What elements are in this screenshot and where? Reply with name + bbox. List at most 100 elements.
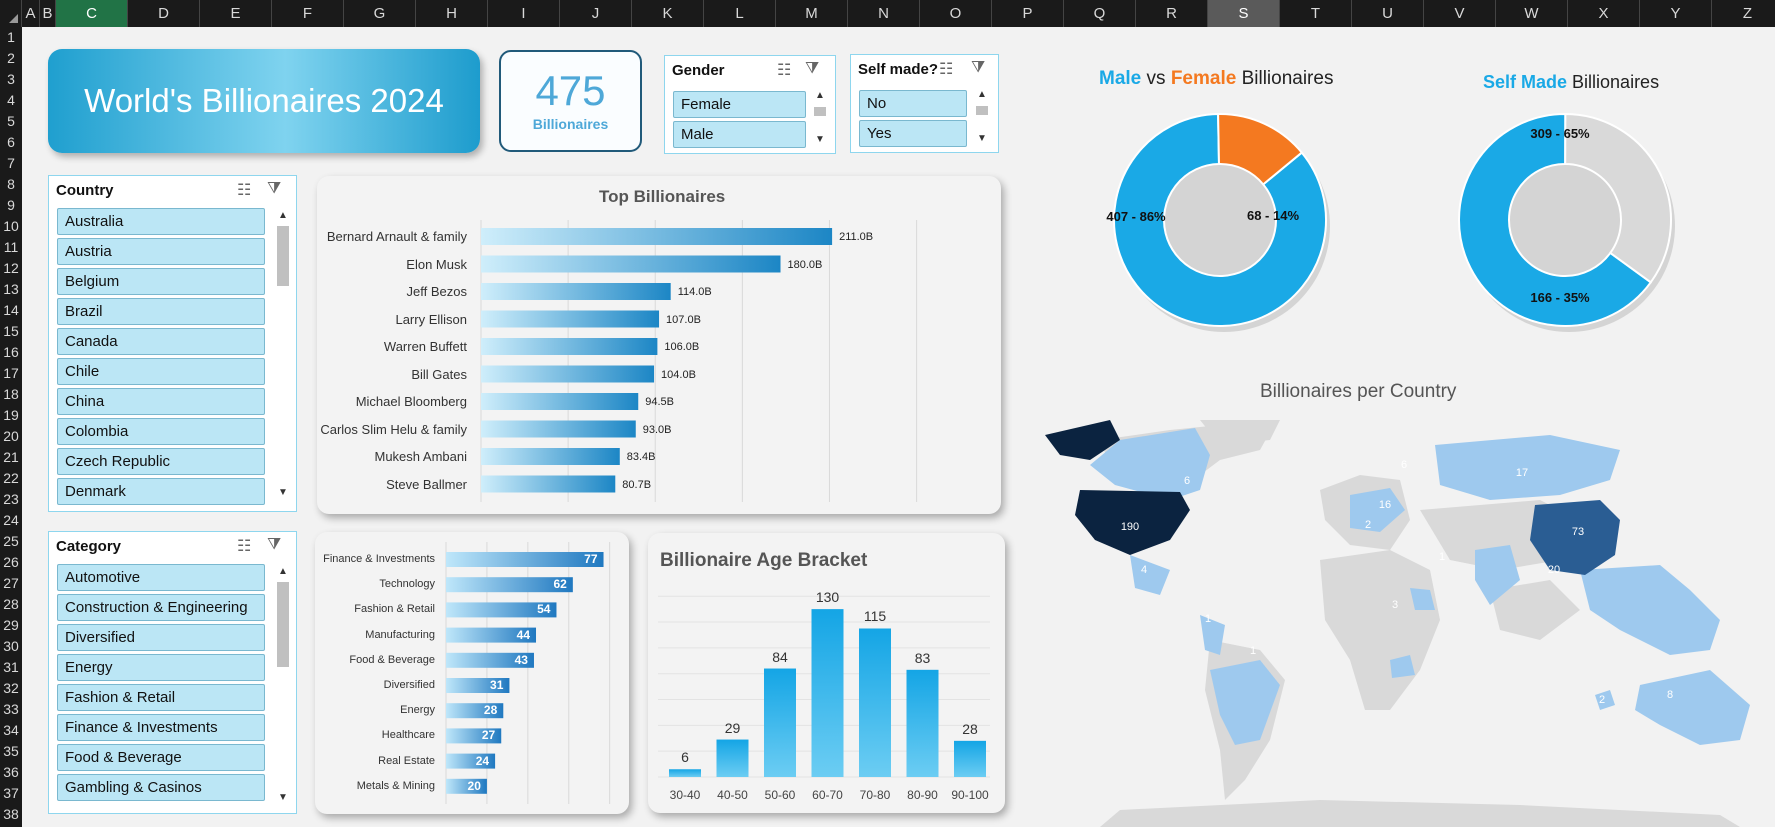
column-header-f[interactable]: F — [272, 0, 344, 27]
row-header-15[interactable]: 15 — [0, 321, 22, 342]
row-header-36[interactable]: 36 — [0, 762, 22, 783]
row-header-8[interactable]: 8 — [0, 174, 22, 195]
row-header-7[interactable]: 7 — [0, 153, 22, 174]
bar[interactable] — [906, 669, 939, 777]
gender-slicer[interactable]: Gender ☷ ⧩ Female Male ▲ ▼ — [664, 55, 836, 154]
row-header-34[interactable]: 34 — [0, 720, 22, 741]
bar[interactable] — [481, 310, 660, 328]
slicer-item[interactable]: Belgium — [57, 268, 265, 295]
slicer-item[interactable]: Austria — [57, 238, 265, 265]
scroll-down-arrow[interactable]: ▼ — [975, 133, 989, 144]
row-header-38[interactable]: 38 — [0, 804, 22, 825]
bar[interactable] — [669, 769, 701, 777]
column-header-l[interactable]: L — [704, 0, 776, 27]
row-header-18[interactable]: 18 — [0, 384, 22, 405]
row-header-14[interactable]: 14 — [0, 300, 22, 321]
row-header-23[interactable]: 23 — [0, 489, 22, 510]
slicer-item-female[interactable]: Female — [673, 91, 806, 118]
slicer-item-no[interactable]: No — [859, 90, 967, 117]
column-header-o[interactable]: O — [920, 0, 992, 27]
category-slicer[interactable]: Category ☷ ⧩ ▲ ▼ Automotive Construction … — [48, 531, 297, 814]
slicer-item-yes[interactable]: Yes — [859, 120, 967, 147]
bar[interactable] — [954, 740, 986, 777]
row-header-3[interactable]: 3 — [0, 69, 22, 90]
row-header-35[interactable]: 35 — [0, 741, 22, 762]
scroll-up-arrow[interactable]: ▲ — [813, 90, 827, 101]
bar[interactable] — [764, 668, 796, 777]
clear-filter-icon[interactable]: ⧩ — [267, 180, 281, 198]
bar[interactable] — [716, 739, 749, 777]
bar[interactable] — [481, 255, 781, 273]
multi-select-icon[interactable]: ☷ — [237, 180, 251, 200]
bar[interactable] — [481, 420, 636, 438]
slicer-item-male[interactable]: Male — [673, 121, 806, 148]
column-header-y[interactable]: Y — [1640, 0, 1712, 27]
scrollbar-thumb[interactable] — [277, 582, 289, 667]
column-header-t[interactable]: T — [1280, 0, 1352, 27]
slicer-item[interactable]: Energy — [57, 654, 265, 681]
scroll-down-arrow[interactable]: ▼ — [276, 792, 290, 803]
row-header-33[interactable]: 33 — [0, 699, 22, 720]
column-header-u[interactable]: U — [1352, 0, 1424, 27]
row-header-9[interactable]: 9 — [0, 195, 22, 216]
multi-select-icon[interactable]: ☷ — [237, 536, 251, 556]
scrollbar-thumb[interactable] — [814, 107, 826, 116]
multi-select-icon[interactable]: ☷ — [939, 59, 953, 79]
row-header-4[interactable]: 4 — [0, 90, 22, 111]
bar[interactable] — [481, 475, 616, 493]
slicer-item[interactable]: Chile — [57, 358, 265, 385]
column-header-h[interactable]: H — [416, 0, 488, 27]
column-header-q[interactable]: Q — [1064, 0, 1136, 27]
row-header-19[interactable]: 19 — [0, 405, 22, 426]
scroll-up-arrow[interactable]: ▲ — [276, 566, 290, 577]
column-header-k[interactable]: K — [632, 0, 704, 27]
row-header-22[interactable]: 22 — [0, 468, 22, 489]
row-header-12[interactable]: 12 — [0, 258, 22, 279]
row-header-31[interactable]: 31 — [0, 657, 22, 678]
row-header-2[interactable]: 2 — [0, 48, 22, 69]
column-header-c[interactable]: C — [56, 0, 128, 27]
column-header-a[interactable]: A — [22, 0, 40, 27]
select-all-corner[interactable] — [0, 0, 22, 27]
clear-filter-icon[interactable]: ⧩ — [805, 60, 819, 78]
row-header-27[interactable]: 27 — [0, 573, 22, 594]
bar[interactable] — [481, 283, 671, 300]
slicer-item[interactable]: Australia — [57, 208, 265, 235]
column-header-n[interactable]: N — [848, 0, 920, 27]
row-header-29[interactable]: 29 — [0, 615, 22, 636]
row-header-10[interactable]: 10 — [0, 216, 22, 237]
slicer-item[interactable]: Fashion & Retail — [57, 684, 265, 711]
column-header-m[interactable]: M — [776, 0, 848, 27]
row-header-5[interactable]: 5 — [0, 111, 22, 132]
row-header-28[interactable]: 28 — [0, 594, 22, 615]
slicer-item[interactable]: Colombia — [57, 418, 265, 445]
scrollbar-thumb[interactable] — [277, 226, 289, 286]
slicer-item[interactable]: Finance & Investments — [57, 714, 265, 741]
row-header-30[interactable]: 30 — [0, 636, 22, 657]
row-header-26[interactable]: 26 — [0, 552, 22, 573]
column-header-p[interactable]: P — [992, 0, 1064, 27]
column-header-w[interactable]: W — [1496, 0, 1568, 27]
slicer-item[interactable]: Construction & Engineering — [57, 594, 265, 621]
bar[interactable] — [481, 365, 655, 383]
column-header-g[interactable]: G — [344, 0, 416, 27]
row-header-21[interactable]: 21 — [0, 447, 22, 468]
row-header-16[interactable]: 16 — [0, 342, 22, 363]
clear-filter-icon[interactable]: ⧩ — [267, 536, 281, 554]
slicer-item[interactable]: Automotive — [57, 564, 265, 591]
row-header-24[interactable]: 24 — [0, 510, 22, 531]
slicer-item[interactable]: China — [57, 388, 265, 415]
bar[interactable] — [481, 228, 833, 245]
column-header-s[interactable]: S — [1208, 0, 1280, 27]
scroll-up-arrow[interactable]: ▲ — [975, 89, 989, 100]
multi-select-icon[interactable]: ☷ — [777, 60, 791, 80]
slicer-item[interactable]: Brazil — [57, 298, 265, 325]
column-header-d[interactable]: D — [128, 0, 200, 27]
country-slicer[interactable]: Country ☷ ⧩ ▲ ▼ Australia Austria Belgium B… — [48, 175, 297, 512]
bar[interactable] — [481, 448, 620, 465]
column-header-i[interactable]: I — [488, 0, 560, 27]
self-made-slicer[interactable]: Self made? ☷ ⧩ No Yes ▲ ▼ — [850, 54, 999, 153]
row-header-32[interactable]: 32 — [0, 678, 22, 699]
slicer-item[interactable]: Gambling & Casinos — [57, 774, 265, 801]
row-header-17[interactable]: 17 — [0, 363, 22, 384]
